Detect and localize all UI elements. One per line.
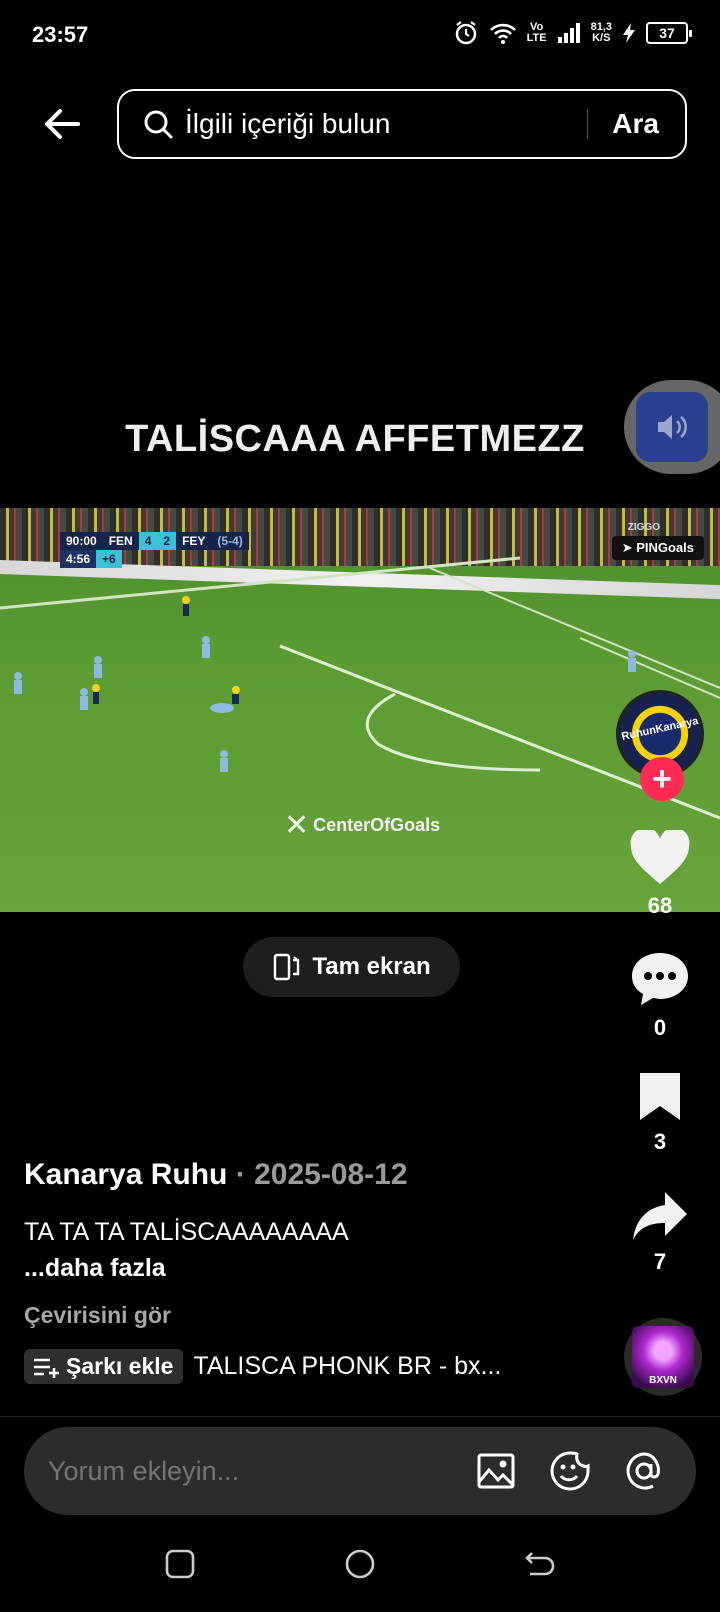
back-button[interactable] [40, 102, 84, 146]
square-icon [165, 1549, 195, 1579]
search-bar[interactable]: İlgili içeriği bulun Ara [117, 89, 687, 159]
telegram-icon: ➤ [621, 540, 637, 555]
added-plus: +6 [96, 550, 122, 568]
speed-unit: K/S [592, 32, 611, 44]
post-date: 2025-08-12 [254, 1158, 408, 1191]
caption-more[interactable]: ...daha fazla [24, 1250, 349, 1286]
home-button[interactable] [340, 1544, 380, 1584]
system-back-button[interactable] [520, 1544, 560, 1584]
search-input[interactable]: İlgili içeriği bulun [185, 108, 587, 140]
battery-indicator: 37 [646, 22, 692, 44]
comment-input[interactable] [48, 1455, 474, 1487]
music-row: Şarkı ekle TALISCA PHONK BR - bx... [24, 1349, 501, 1384]
comment-bar [24, 1427, 696, 1515]
author-line: Kanarya Ruhu · 2025-08-12 [24, 1158, 408, 1192]
avatar-label: RuhunKanarya [620, 714, 700, 744]
music-disc-label: BXVN [649, 1375, 677, 1386]
mute-button[interactable] [636, 392, 708, 462]
back-curve-icon [525, 1552, 555, 1576]
status-bar: 23:57 Vo LTE 81,3 K/S 37 [0, 0, 720, 72]
add-song-label: Şarkı ekle [66, 1353, 174, 1379]
circle-icon [345, 1549, 375, 1579]
music-cover: BXVN [632, 1326, 694, 1388]
aggregate-score: (5-4) [211, 532, 249, 550]
home-team: FEN [102, 532, 139, 550]
share-arrow-icon [633, 1192, 687, 1240]
recent-apps-button[interactable] [160, 1544, 200, 1584]
translate-link[interactable]: Çevirisini gör [24, 1302, 171, 1329]
volte-bottom: LTE [526, 32, 547, 44]
post-caption[interactable]: TA TA TA TALİSCAAAAAAAA ...daha fazla [24, 1214, 349, 1286]
song-title[interactable]: TALISCA PHONK BR - bx... [193, 1352, 501, 1381]
comment-bubble-icon [632, 953, 688, 1005]
music-disc[interactable]: BXVN [624, 1318, 702, 1396]
comment-button[interactable]: 0 [612, 950, 708, 1041]
add-song-button[interactable]: Şarkı ekle [24, 1349, 184, 1384]
image-icon [477, 1453, 515, 1489]
alarm-icon [455, 21, 476, 45]
like-count: 68 [647, 893, 673, 918]
arrow-left-icon [45, 109, 80, 139]
away-team: FEY [176, 532, 212, 550]
system-nav-bar [0, 1530, 720, 1612]
mention-button[interactable] [622, 1449, 666, 1493]
added-time: 4:56 [60, 550, 97, 568]
save-count: 3 [653, 1129, 667, 1154]
follow-button[interactable]: + [640, 757, 684, 801]
at-sign-icon [626, 1452, 660, 1490]
video-watermark: ✕ CenterOfGoals [284, 808, 440, 843]
comment-count: 0 [653, 1015, 667, 1040]
x-logo-icon: ✕ [284, 809, 310, 842]
caption-text: TA TA TA TALİSCAAAAAAAA [24, 1218, 349, 1246]
search-icon [144, 110, 173, 139]
emoji-sticker-icon [550, 1451, 590, 1491]
charging-icon [623, 23, 635, 43]
emoji-button[interactable] [548, 1449, 592, 1493]
author-date-separator: · [235, 1158, 246, 1191]
speaker-icon [658, 415, 687, 439]
heart-icon [630, 827, 690, 884]
like-button[interactable]: 68 [612, 827, 708, 919]
playlist-add-icon [34, 1358, 59, 1378]
status-icons: Vo LTE 81,3 K/S 37 [453, 20, 692, 46]
signal-icon [557, 23, 580, 43]
wifi-icon [489, 23, 516, 44]
match-clock: 90:00 [60, 532, 103, 550]
save-button[interactable]: 3 [612, 1070, 708, 1155]
away-score: 2 [157, 532, 177, 550]
video-overlay-title: TALİSCAAA AFFETMEZZ [125, 418, 585, 460]
home-score: 4 [138, 532, 158, 550]
image-attach-button[interactable] [474, 1449, 518, 1493]
rotate-screen-icon [274, 953, 300, 981]
broadcaster-logo: ZIGGO [627, 522, 660, 533]
channel-tag: ➤ PINGoals [611, 536, 704, 560]
author-name[interactable]: Kanarya Ruhu [24, 1158, 227, 1191]
plus-icon: + [652, 760, 672, 798]
share-button[interactable]: 7 [612, 1190, 708, 1275]
fullscreen-button[interactable]: Tam ekran [243, 937, 460, 997]
network-speed: 81,3 K/S [591, 22, 612, 44]
search-button[interactable]: Ara [588, 108, 685, 140]
watermark-text: CenterOfGoals [313, 815, 441, 835]
volte-indicator: Vo LTE [527, 22, 547, 44]
share-count: 7 [653, 1249, 667, 1274]
status-time: 23:57 [32, 22, 89, 47]
divider [0, 1416, 720, 1417]
channel-tag-label: PINGoals [636, 540, 694, 555]
scoreboard: 90:00 FEN 4 2 FEY (5-4) 4:56 +6 [60, 532, 249, 568]
bookmark-icon [640, 1073, 680, 1120]
fullscreen-label: Tam ekran [312, 953, 431, 980]
